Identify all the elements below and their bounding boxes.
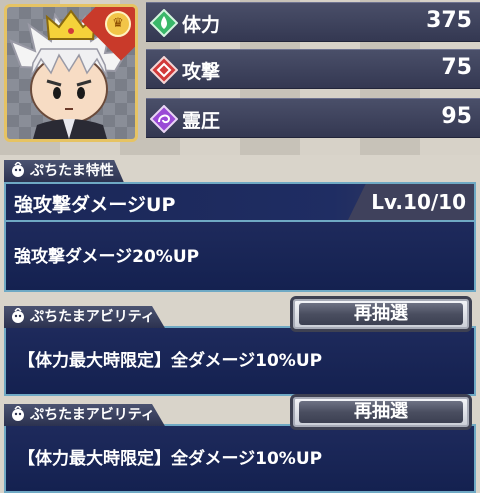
stat-label: 霊圧 <box>182 110 221 132</box>
reiatsu-purple-diamond-icon <box>150 105 178 133</box>
ability-description: 【体力最大時限定】全ダメージ10%UP <box>18 449 323 469</box>
stat-label: 攻撃 <box>182 61 221 83</box>
ability-panel-2: 【体力最大時限定】全ダメージ10%UP <box>4 424 476 493</box>
trait-name: 強攻撃ダメージUP <box>14 194 176 216</box>
ability-tab-label: ぷちたまアビリティ <box>30 309 155 325</box>
crown-badge-icon: ♛ <box>105 11 131 37</box>
stat-value: 375 <box>426 8 472 33</box>
ability-tab-1: ぷちたまアビリティ <box>4 306 165 328</box>
reroll-button-1[interactable]: 再抽選 <box>290 296 472 332</box>
stat-value: 95 <box>441 104 472 129</box>
stat-label: 体力 <box>182 14 221 36</box>
stat-row-attack: 攻撃 75 <box>146 49 480 89</box>
ability-tab-2: ぷちたまアビリティ <box>4 404 165 426</box>
reroll-label: 再抽選 <box>299 401 463 423</box>
ability-description: 【体力最大時限定】全ダメージ10%UP <box>18 351 323 371</box>
hp-green-diamond-icon <box>150 9 178 37</box>
reroll-button-2[interactable]: 再抽選 <box>290 394 472 430</box>
trait-description: 強攻撃ダメージ20%UP <box>14 247 200 267</box>
trait-level: Lv.10/10 <box>371 190 466 214</box>
petit-tama-icon <box>12 308 24 323</box>
stat-row-hp: 体力 375 <box>146 2 480 42</box>
reroll-label: 再抽選 <box>299 303 463 325</box>
petit-tama-icon <box>12 162 24 177</box>
stat-row-reiatsu: 霊圧 95 <box>146 98 480 138</box>
trait-tab: ぷちたま特性 <box>4 160 124 182</box>
stat-value: 75 <box>441 55 472 80</box>
trait-description-panel: 強攻撃ダメージ20%UP <box>4 220 476 292</box>
ability-tab-label: ぷちたまアビリティ <box>30 407 155 423</box>
trait-title-bar: 強攻撃ダメージUP Lv.10/10 <box>4 182 476 220</box>
petit-tama-icon <box>12 406 24 421</box>
character-portrait[interactable]: ♛ <box>4 4 138 142</box>
attack-red-diamond-icon <box>150 56 178 84</box>
ability-panel-1: 【体力最大時限定】全ダメージ10%UP <box>4 326 476 396</box>
trait-tab-label: ぷちたま特性 <box>30 163 114 179</box>
